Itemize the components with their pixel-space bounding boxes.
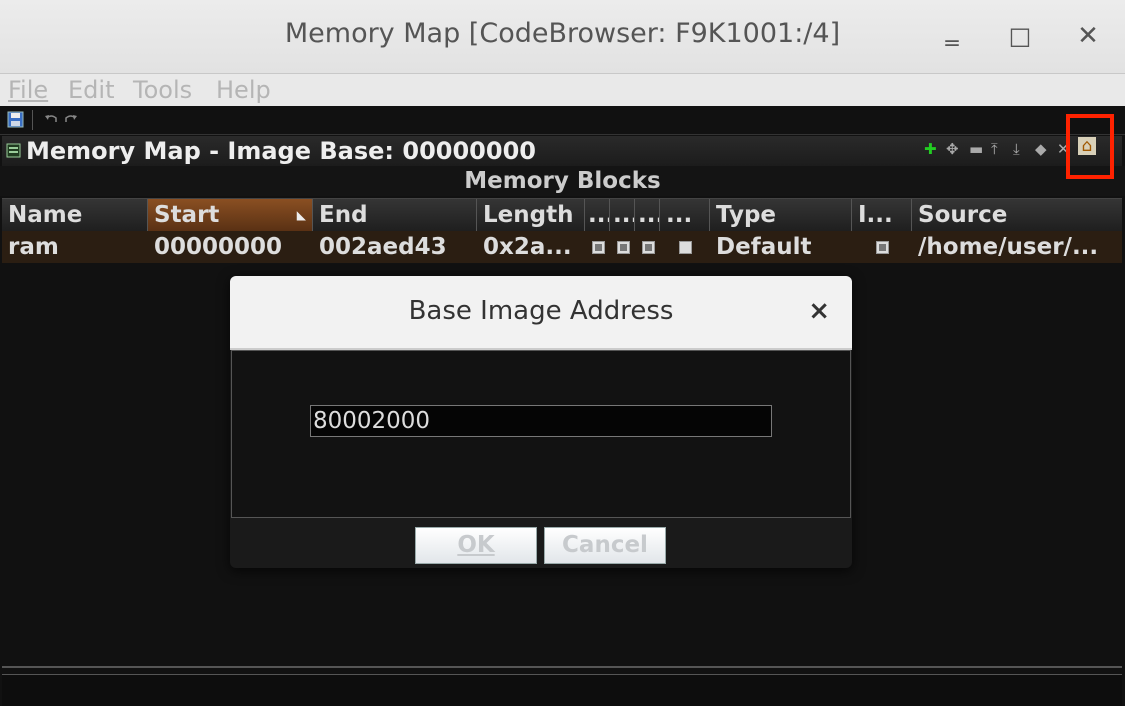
dialog-title: Base Image Address xyxy=(408,296,674,326)
column-type[interactable]: Type xyxy=(710,199,852,231)
highlight-box xyxy=(1066,114,1114,179)
menu-tools[interactable]: Tools xyxy=(133,76,192,104)
close-window-button[interactable]: ✕ xyxy=(1072,18,1104,54)
cell-type[interactable]: Default xyxy=(710,231,852,263)
add-block-icon[interactable]: ✚ xyxy=(924,140,937,158)
execute-checkbox[interactable] xyxy=(642,241,655,254)
column-start-label: Start xyxy=(154,202,220,228)
remove-block-icon[interactable]: ▬ xyxy=(969,140,983,158)
move-up-icon[interactable]: ⤒ xyxy=(991,140,998,158)
volatile-checkbox[interactable] xyxy=(679,241,692,254)
cell-length[interactable]: 0x2a... xyxy=(477,231,585,263)
memory-map-panel-header: Memory Map - Image Base: 00000000 ✚ ✥ ▬ … xyxy=(2,136,1122,166)
panel-title: Memory Map - Image Base: 00000000 xyxy=(26,137,536,165)
memory-blocks-label: Memory Blocks xyxy=(0,166,1125,196)
cancel-button[interactable]: Cancel xyxy=(544,527,666,564)
table-row[interactable]: ram 00000000 002aed43 0x2a... Default /h… xyxy=(2,231,1122,263)
initialized-checkbox[interactable] xyxy=(876,241,889,254)
dialog-header: Base Image Address × xyxy=(230,276,852,350)
save-icon[interactable] xyxy=(7,111,24,128)
menu-file[interactable]: File xyxy=(8,76,48,104)
toolbar-separator xyxy=(32,110,33,130)
move-down-icon[interactable]: ⤓ xyxy=(1013,140,1020,158)
table-header: Name Start ◣ End Length ... ... ... ... … xyxy=(2,198,1122,232)
column-length[interactable]: Length xyxy=(477,199,585,231)
minimize-button[interactable]: ‗ xyxy=(936,14,968,50)
move-block-icon[interactable]: ✥ xyxy=(946,140,959,158)
redo-icon[interactable] xyxy=(64,113,78,125)
panel-bottom-divider xyxy=(2,666,1122,668)
menu-edit[interactable]: Edit xyxy=(68,76,114,104)
memory-map-icon xyxy=(6,143,21,158)
read-checkbox[interactable] xyxy=(592,241,605,254)
base-image-address-dialog: Base Image Address × OK Cancel xyxy=(230,276,852,568)
column-write[interactable]: ... xyxy=(610,199,635,231)
cell-start[interactable]: 00000000 xyxy=(148,231,313,263)
base-address-input[interactable] xyxy=(310,405,772,437)
dialog-body xyxy=(231,350,851,518)
merge-blocks-icon[interactable]: ◆ xyxy=(1035,140,1047,158)
ok-button[interactable]: OK xyxy=(415,527,537,564)
column-start[interactable]: Start ◣ xyxy=(148,199,313,231)
column-end[interactable]: End xyxy=(313,199,477,231)
cell-name[interactable]: ram xyxy=(2,231,148,263)
sort-indicator-icon: ◣ xyxy=(296,208,306,222)
cell-source[interactable]: /home/user/... xyxy=(912,231,1122,263)
cell-end[interactable]: 002aed43 xyxy=(313,231,477,263)
column-initialized[interactable]: I... xyxy=(852,199,912,231)
toolbar xyxy=(0,106,1125,135)
column-read[interactable]: ... xyxy=(585,199,610,231)
maximize-button[interactable]: □ xyxy=(1004,18,1036,54)
undo-icon[interactable] xyxy=(44,113,58,125)
dialog-close-icon[interactable]: × xyxy=(808,296,830,326)
column-name[interactable]: Name xyxy=(2,199,148,231)
window-titlebar: Memory Map [CodeBrowser: F9K1001:/4] ‗ □… xyxy=(0,0,1125,74)
column-volatile[interactable]: ... xyxy=(660,199,710,231)
menu-help[interactable]: Help xyxy=(216,76,271,104)
column-source[interactable]: Source xyxy=(912,199,1122,231)
column-execute[interactable]: ... xyxy=(635,199,660,231)
menubar: File Edit Tools Help xyxy=(0,74,1125,106)
status-bar xyxy=(2,674,1122,706)
write-checkbox[interactable] xyxy=(617,241,630,254)
